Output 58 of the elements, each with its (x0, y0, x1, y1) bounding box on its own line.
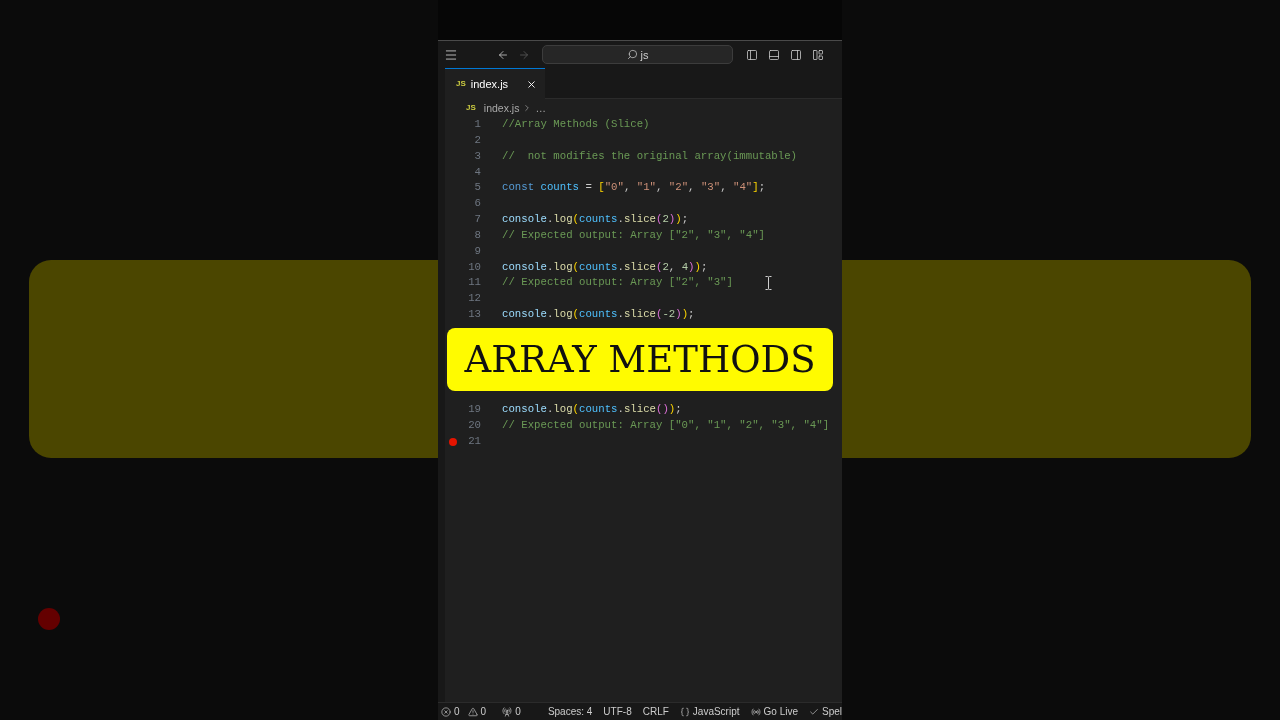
code-line: console.log(counts.slice(2, 4)); (502, 259, 708, 275)
code-line: console.log(counts.slice()); (502, 402, 682, 418)
go-live-status[interactable]: Go Live (763, 706, 798, 717)
line-number: 5 (473, 180, 481, 196)
error-icon[interactable] (441, 706, 451, 717)
search-icon (626, 49, 638, 60)
indentation-status[interactable]: Spaces: 4 (547, 706, 593, 717)
line-number: 3 (473, 148, 481, 164)
code-line: // Expected output: Array ["0", "1", "2", "3", "4"] (502, 418, 830, 434)
line-number: 1 (473, 117, 481, 132)
sidebar-layout-icon[interactable] (746, 48, 758, 61)
check-icon[interactable] (809, 706, 819, 717)
sidebar-layout-icon[interactable] (790, 48, 802, 61)
line-number: 8 (473, 227, 481, 243)
warning-count[interactable]: 0 (480, 706, 487, 717)
code-line: // not modifies the original array(immutable) (502, 148, 798, 164)
line-number: 7 (473, 212, 481, 228)
line-ending-status[interactable]: CRLF (642, 706, 669, 717)
editor-tab[interactable]: JS index.js (445, 68, 545, 99)
ports-count[interactable]: 0 (515, 706, 521, 717)
line-number: 20 (467, 418, 481, 434)
line-number: 21 (467, 433, 481, 449)
menu-icon[interactable] (444, 47, 458, 62)
line-number: 4 (473, 164, 481, 180)
line-number: 9 (473, 243, 481, 259)
layout-icon[interactable] (812, 48, 824, 61)
language-status[interactable]: JavaScript (692, 706, 740, 717)
line-number: 19 (467, 402, 481, 418)
code-line: //Array Methods (Slice) (502, 117, 650, 132)
code-line: const counts = ["0", "1", "2", "3", "4"]; (502, 180, 766, 196)
line-number: 13 (467, 307, 481, 323)
antenna-icon[interactable] (502, 706, 513, 717)
js-file-icon: JS (466, 104, 476, 112)
breadcrumb-item[interactable]: index.js (483, 102, 520, 114)
search-field[interactable]: js (542, 45, 733, 64)
breakpoint-dot-icon[interactable] (449, 437, 457, 446)
js-file-icon: JS (456, 80, 466, 88)
line-number: 11 (467, 275, 481, 291)
close-icon[interactable] (526, 78, 537, 90)
warning-icon[interactable] (467, 706, 478, 717)
line-number: 2 (473, 132, 481, 148)
code-line: // Expected output: Array ["2", "3", "4"] (502, 227, 765, 243)
code-line: console.log(counts.slice(2)); (502, 212, 689, 228)
line-number: 10 (467, 259, 481, 275)
line-number: 6 (473, 196, 481, 212)
back-arrow-icon[interactable] (497, 48, 509, 61)
braces-icon[interactable] (679, 706, 690, 717)
broadcast-icon[interactable] (750, 706, 761, 717)
panel-layout-icon[interactable] (768, 48, 780, 61)
error-count[interactable]: 0 (454, 706, 460, 717)
line-number: 12 (467, 291, 481, 307)
encoding-status[interactable]: UTF-8 (603, 706, 632, 717)
title-banner: ARRAY METHODS (447, 328, 833, 391)
breadcrumb-item[interactable]: … (535, 102, 546, 114)
text-cursor-icon (765, 276, 772, 290)
spell-check-status[interactable]: Spel (822, 706, 842, 717)
code-line: // Expected output: Array ["2", "3"] (502, 275, 733, 291)
code-line: console.log(counts.slice(-2)); (502, 307, 695, 323)
